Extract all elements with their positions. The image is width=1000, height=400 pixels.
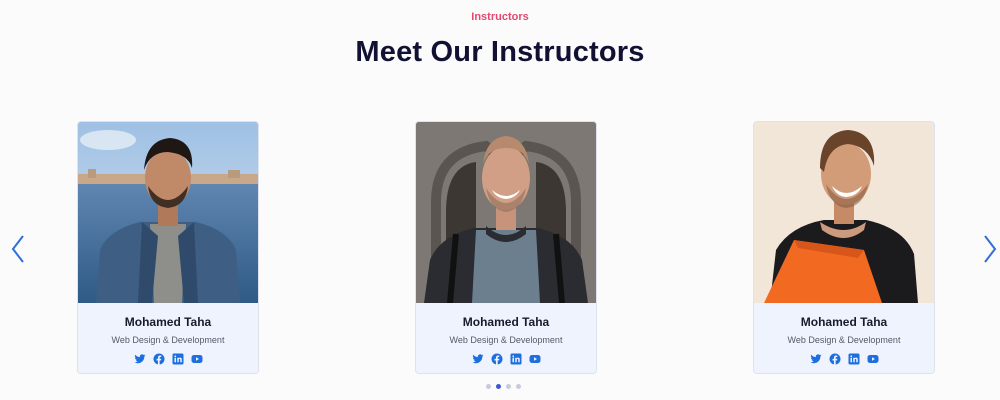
instructor-card[interactable]: Mohamed Taha Web Design & Development [77,121,259,374]
twitter-icon[interactable] [810,353,822,365]
youtube-icon[interactable] [191,353,203,365]
facebook-icon[interactable] [153,353,165,365]
instructor-role: Web Design & Development [111,335,225,345]
social-links [78,353,258,365]
section-eyebrow: Instructors [471,11,529,23]
instructor-name: Mohamed Taha [800,315,888,329]
chevron-right-icon [984,235,997,263]
instructor-role: Web Design & Development [787,335,901,345]
carousel-dot[interactable] [506,384,511,389]
carousel-pagination [486,384,521,389]
instructor-card[interactable]: Mohamed Taha Web Design & Development [415,121,597,374]
chevron-left-icon [11,235,24,263]
twitter-icon[interactable] [134,353,146,365]
instructor-info: Mohamed Taha Web Design & Development [754,303,934,373]
section-title: Meet Our Instructors [355,36,645,68]
instructor-photo [754,122,934,303]
instructor-photo [78,122,258,303]
carousel-prev-button[interactable] [8,232,30,266]
carousel-dot[interactable] [516,384,521,389]
youtube-icon[interactable] [867,353,879,365]
instructor-card[interactable]: Mohamed Taha Web Design & Development [753,121,935,374]
carousel-dot[interactable] [486,384,491,389]
youtube-icon[interactable] [529,353,541,365]
instructor-name: Mohamed Taha [462,315,550,329]
facebook-icon[interactable] [829,353,841,365]
twitter-icon[interactable] [472,353,484,365]
instructor-photo [416,122,596,303]
carousel-next-button[interactable] [980,232,1000,266]
facebook-icon[interactable] [491,353,503,365]
instructor-name: Mohamed Taha [124,315,212,329]
instructor-info: Mohamed Taha Web Design & Development [416,303,596,373]
instructor-info: Mohamed Taha Web Design & Development [78,303,258,373]
carousel-dot[interactable] [496,384,501,389]
linkedin-icon[interactable] [848,353,860,365]
instructor-role: Web Design & Development [449,335,563,345]
social-links [416,353,596,365]
social-links [754,353,934,365]
linkedin-icon[interactable] [510,353,522,365]
linkedin-icon[interactable] [172,353,184,365]
